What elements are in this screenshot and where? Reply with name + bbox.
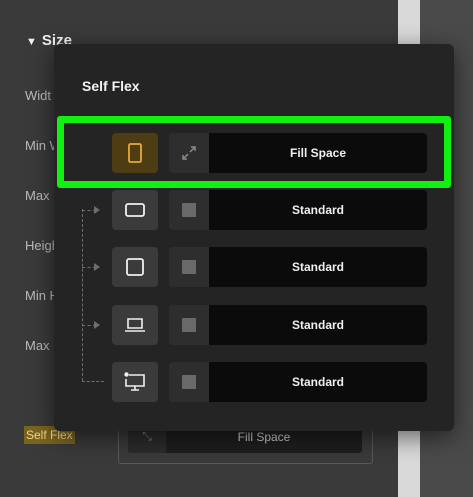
- tablet-landscape-device-button[interactable]: [112, 190, 158, 230]
- breakpoint-row-desktop: Standard: [112, 362, 427, 402]
- popup-title: Self Flex: [82, 78, 140, 94]
- desktop-device-button[interactable]: [112, 362, 158, 402]
- breakpoint-row-tablet: Standard: [112, 247, 427, 287]
- mode-select-laptop[interactable]: Standard: [209, 305, 427, 345]
- caret-down-icon: ▼: [26, 36, 37, 48]
- selection-highlight: [57, 116, 451, 188]
- tablet-device-button[interactable]: [112, 247, 158, 287]
- mode-select-tablet-landscape[interactable]: Standard: [209, 190, 427, 230]
- breakpoint-row-laptop: Standard: [112, 305, 427, 345]
- max-width-label: Max: [25, 188, 50, 203]
- desktop-icon: [124, 372, 145, 391]
- tablet-landscape-icon: [125, 203, 145, 217]
- mode-select-tablet[interactable]: Standard: [209, 247, 427, 287]
- standard-mode-icon[interactable]: [169, 247, 209, 287]
- standard-mode-icon[interactable]: [169, 305, 209, 345]
- connector-arrow-icon: [94, 206, 100, 214]
- standard-mode-icon[interactable]: [169, 362, 209, 402]
- self-flex-popup: Self Flex Fill Space Standard Standard S…: [54, 44, 454, 431]
- inheritance-connector: [82, 209, 83, 381]
- connector-branch: [82, 381, 104, 382]
- standard-mode-icon[interactable]: [169, 190, 209, 230]
- mode-select-desktop[interactable]: Standard: [209, 362, 427, 402]
- tablet-icon: [126, 258, 144, 276]
- width-label: Widt: [25, 88, 51, 103]
- laptop-icon: [125, 318, 145, 332]
- breakpoint-row-tablet-landscape: Standard: [112, 190, 427, 230]
- max-height-label: Max: [25, 338, 50, 353]
- connector-arrow-icon: [94, 321, 100, 329]
- laptop-device-button[interactable]: [112, 305, 158, 345]
- connector-arrow-icon: [94, 263, 100, 271]
